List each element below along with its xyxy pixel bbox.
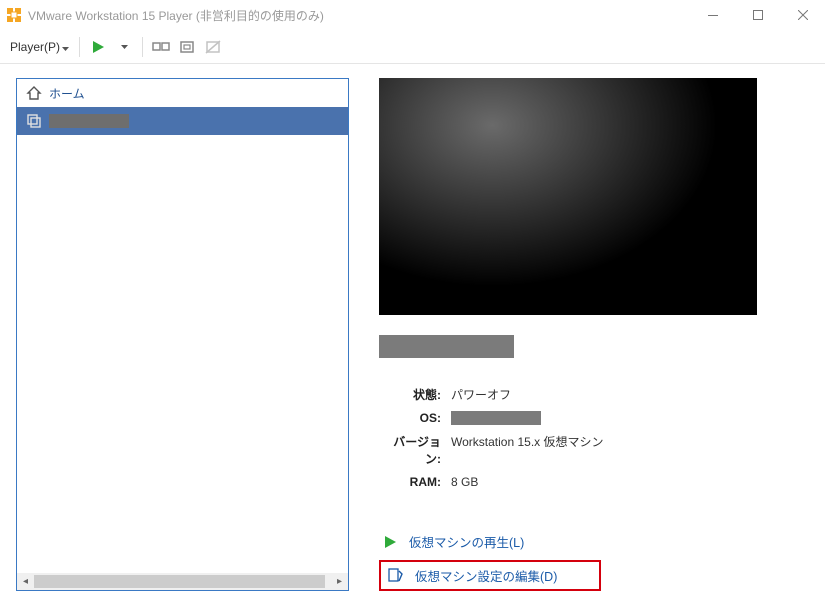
vm-icon [25,112,43,130]
vm-library-sidebar: ホーム ◂ ▸ [16,78,349,591]
os-value-redacted [451,411,541,425]
power-on-button[interactable] [86,35,110,59]
scroll-track[interactable] [34,573,331,590]
play-icon [381,533,399,551]
unity-button[interactable] [201,35,225,59]
vm-list: ホーム [17,79,348,573]
scroll-left-arrow[interactable]: ◂ [17,573,34,590]
separator [142,37,143,57]
state-label: 状態: [379,386,451,403]
ram-label: RAM: [379,475,451,489]
maximize-button[interactable] [735,0,780,30]
separator [79,37,80,57]
home-icon [25,84,43,102]
send-ctrl-alt-del-button[interactable] [149,35,173,59]
titlebar: VMware Workstation 15 Player (非営利目的の使用のみ… [0,0,825,30]
vm-properties: 状態: パワーオフ OS: バージョン: Workstation 15.x 仮想… [379,386,809,497]
vm-name-redacted [49,114,129,128]
player-menu[interactable]: Player(P) [6,37,73,57]
vm-actions: 仮想マシンの再生(L) 仮想マシン設定の編集(D) [379,527,809,591]
app-logo-icon [6,7,22,23]
prop-os: OS: [379,411,809,425]
edit-vm-settings-label: 仮想マシン設定の編集(D) [415,566,557,585]
prop-ram: RAM: 8 GB [379,475,809,489]
play-vm-link[interactable]: 仮想マシンの再生(L) [379,527,809,556]
version-value: Workstation 15.x 仮想マシン [451,433,604,467]
home-label: ホーム [49,85,85,102]
fullscreen-button[interactable] [175,35,199,59]
os-label: OS: [379,411,451,425]
player-menu-label: Player(P) [10,40,60,54]
minimize-button[interactable] [690,0,735,30]
power-dropdown-button[interactable] [112,35,136,59]
vm-details-panel: 状態: パワーオフ OS: バージョン: Workstation 15.x 仮想… [379,78,809,591]
play-vm-label: 仮想マシンの再生(L) [409,532,524,551]
window-controls [690,0,825,30]
prop-state: 状態: パワーオフ [379,386,809,403]
settings-icon [387,567,405,585]
home-item[interactable]: ホーム [17,79,348,107]
ram-value: 8 GB [451,475,478,489]
edit-vm-settings-link[interactable]: 仮想マシン設定の編集(D) [379,560,601,591]
window-title: VMware Workstation 15 Player (非営利目的の使用のみ… [28,7,324,24]
main-content: ホーム ◂ ▸ 状態: パワーオフ OS: [0,64,825,601]
vm-preview-thumbnail [379,78,757,315]
version-label: バージョン: [379,433,451,467]
prop-version: バージョン: Workstation 15.x 仮想マシン [379,433,809,467]
scroll-right-arrow[interactable]: ▸ [331,573,348,590]
vm-list-item-selected[interactable] [17,107,348,135]
dropdown-icon [62,40,69,54]
toolbar: Player(P) [0,30,825,64]
scroll-thumb[interactable] [34,575,325,588]
vm-name-heading-redacted [379,335,514,358]
close-button[interactable] [780,0,825,30]
state-value: パワーオフ [451,386,511,403]
horizontal-scrollbar[interactable]: ◂ ▸ [17,573,348,590]
